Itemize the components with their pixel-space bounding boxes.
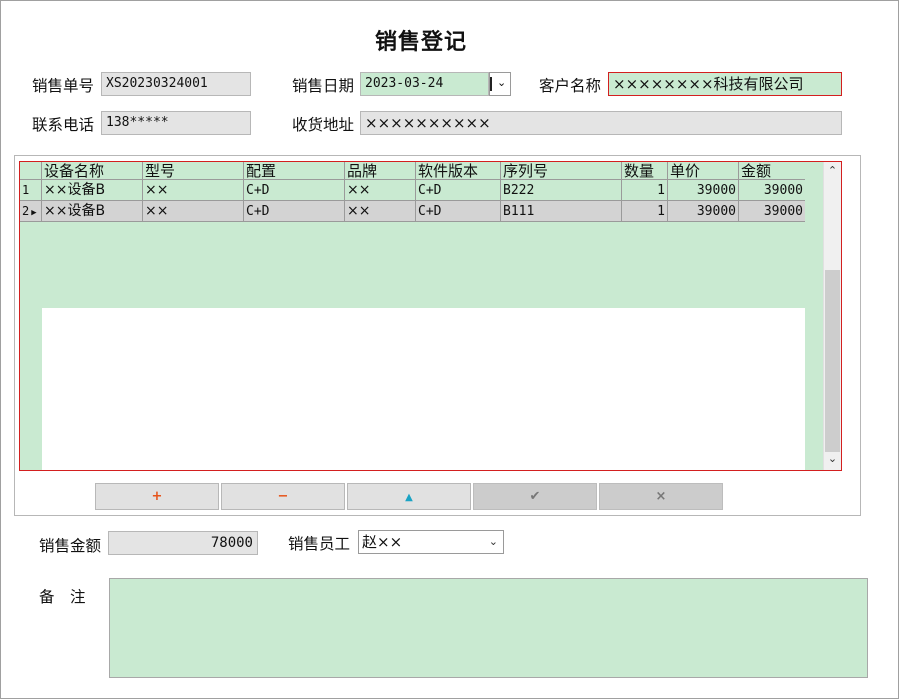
chevron-down-icon: ⌄ xyxy=(488,535,498,548)
move-up-button[interactable]: ▲ xyxy=(347,483,471,510)
confirm-button[interactable]: ✔ xyxy=(473,483,597,510)
close-icon: × xyxy=(655,489,667,504)
column-header[interactable]: 数量 xyxy=(622,162,668,180)
row-number[interactable]: 2 ▶ xyxy=(20,201,42,222)
cell-brand[interactable]: ×× xyxy=(345,180,416,201)
scroll-up-arrow-icon[interactable]: ⌃ xyxy=(824,164,841,177)
checkmark-icon: ✔ xyxy=(529,489,541,504)
date-field[interactable]: 2023-03-24 xyxy=(360,72,489,96)
date-dropdown-button[interactable]: ⌄ xyxy=(489,72,511,96)
column-header[interactable]: 金额 xyxy=(739,162,805,180)
cell-device-name[interactable]: ××设备B xyxy=(42,201,143,222)
cancel-button[interactable]: × xyxy=(599,483,723,510)
cell-config[interactable]: C+D xyxy=(244,201,345,222)
cell-model[interactable]: ×× xyxy=(143,201,244,222)
address-label: 收货地址 xyxy=(292,116,355,134)
column-header[interactable]: 设备名称 xyxy=(42,162,143,180)
cell-serial-no[interactable]: B111 xyxy=(501,201,622,222)
staff-select-value: 赵×× xyxy=(362,533,403,551)
cell-software-version[interactable]: C+D xyxy=(416,201,501,222)
phone-field[interactable]: 138***** xyxy=(101,111,251,135)
amount-field[interactable]: 78000 xyxy=(108,531,258,555)
remark-label: 备 注 xyxy=(39,588,86,606)
cell-config[interactable]: C+D xyxy=(244,180,345,201)
cell-brand[interactable]: ×× xyxy=(345,201,416,222)
vertical-scrollbar[interactable]: ⌃ ⌄ xyxy=(823,162,841,470)
order-no-field[interactable]: XS20230324001 xyxy=(101,72,251,96)
cell-serial-no[interactable]: B222 xyxy=(501,180,622,201)
items-grid[interactable]: 设备名称 型号 配置 品牌 软件版本 序列号 数量 单价 金额 1 ××设备B … xyxy=(19,161,842,471)
customer-field[interactable]: ××××××××科技有限公司 xyxy=(608,72,842,96)
remark-textarea[interactable] xyxy=(109,578,868,678)
scrollbar-thumb[interactable] xyxy=(825,270,840,452)
grid-header: 设备名称 型号 配置 品牌 软件版本 序列号 数量 单价 金额 xyxy=(20,162,805,180)
cell-quantity[interactable]: 1 xyxy=(622,201,668,222)
grid-corner-cell xyxy=(20,162,42,180)
grid-toolbar: + − ▲ ✔ × xyxy=(95,483,723,510)
column-header[interactable]: 序列号 xyxy=(501,162,622,180)
table-row[interactable]: 2 ▶ ××设备B ×× C+D ×× C+D B111 1 39000 3900… xyxy=(20,201,805,222)
row-number[interactable]: 1 xyxy=(20,180,42,201)
staff-select[interactable]: 赵×× ⌄ xyxy=(358,530,504,554)
cell-device-name[interactable]: ××设备B xyxy=(42,180,143,201)
column-header[interactable]: 单价 xyxy=(668,162,739,180)
cell-model[interactable]: ×× xyxy=(143,180,244,201)
triangle-up-icon: ▲ xyxy=(405,492,413,503)
minus-icon: − xyxy=(277,489,289,504)
phone-label: 联系电话 xyxy=(32,116,95,134)
date-label: 销售日期 xyxy=(292,77,355,95)
plus-icon: + xyxy=(151,489,163,504)
cell-amount[interactable]: 39000 xyxy=(739,180,805,201)
cell-unit-price[interactable]: 39000 xyxy=(668,201,739,222)
cell-software-version[interactable]: C+D xyxy=(416,180,501,201)
staff-label: 销售员工 xyxy=(288,535,351,553)
order-no-label: 销售单号 xyxy=(32,77,95,95)
scroll-down-arrow-icon[interactable]: ⌄ xyxy=(824,452,841,465)
row-no-text: 2 xyxy=(22,204,30,218)
cell-amount[interactable]: 39000 xyxy=(739,201,805,222)
chevron-down-icon: ⌄ xyxy=(497,76,507,89)
address-field[interactable]: ×××××××××× xyxy=(360,111,842,135)
cell-unit-price[interactable]: 39000 xyxy=(668,180,739,201)
amount-label: 销售金额 xyxy=(39,537,102,555)
grid-right-strip xyxy=(805,162,823,470)
delete-row-button[interactable]: − xyxy=(221,483,345,510)
spin-separator xyxy=(490,77,493,91)
add-row-button[interactable]: + xyxy=(95,483,219,510)
column-header[interactable]: 软件版本 xyxy=(416,162,501,180)
current-row-marker-icon: ▶ xyxy=(31,208,37,218)
cell-quantity[interactable]: 1 xyxy=(622,180,668,201)
page-title: 销售登记 xyxy=(374,30,467,55)
column-header[interactable]: 型号 xyxy=(143,162,244,180)
customer-label: 客户名称 xyxy=(539,77,602,95)
column-header[interactable]: 配置 xyxy=(244,162,345,180)
column-header[interactable]: 品牌 xyxy=(345,162,416,180)
table-row[interactable]: 1 ××设备B ×× C+D ×× C+D B222 1 39000 39000 xyxy=(20,180,805,201)
